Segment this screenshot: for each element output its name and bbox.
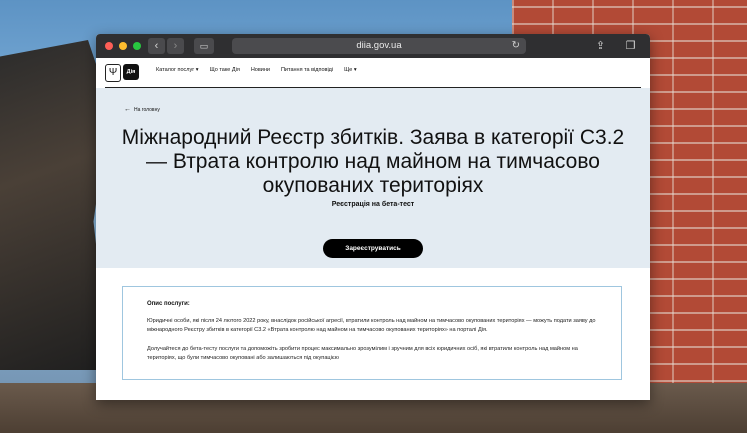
share-icon[interactable]: ⇪ — [592, 38, 609, 54]
page-title: Міжнародний Реєстр збитків. Заява в кате… — [121, 126, 625, 197]
address-bar[interactable]: diia.gov.ua ↻ — [232, 38, 526, 54]
service-description-box: Опис послуги: Юридичні особи, які після … — [122, 286, 622, 380]
reload-icon[interactable]: ↻ — [512, 38, 520, 54]
tryzub-logo[interactable]: Ψ — [105, 64, 121, 82]
tabs-overview-icon[interactable]: ❐ — [622, 38, 639, 54]
description-paragraph: Юридичні особи, які після 24 лютого 2022… — [147, 318, 596, 333]
url-text: diia.gov.ua — [356, 40, 402, 51]
browser-toolbar: ‹ › ▭ diia.gov.ua ↻ ⇪ ❐ — [96, 34, 650, 58]
minimize-window-button[interactable] — [119, 42, 127, 50]
back-link-label: На головну — [134, 107, 160, 113]
browser-window: ‹ › ▭ diia.gov.ua ↻ ⇪ ❐ Ψ Дія Каталог по… — [96, 34, 650, 400]
close-window-button[interactable] — [105, 42, 113, 50]
register-button[interactable]: Зареєструватись — [323, 239, 423, 258]
description-heading: Опис послуги: — [147, 301, 190, 307]
nav-item-catalog[interactable]: Каталог послуг ▾ — [156, 67, 199, 73]
maximize-window-button[interactable] — [133, 42, 141, 50]
background-burned-building — [0, 40, 110, 370]
back-icon[interactable]: ‹ — [148, 38, 165, 54]
description-paragraph: Долучайтеся до бета-тесту послуги та доп… — [147, 346, 578, 361]
page-subtitle: Реєстрація на бета-тест — [331, 201, 415, 208]
nav-item-faq[interactable]: Питання та відповіді — [281, 67, 333, 73]
site-header: Ψ Дія Каталог послуг ▾ Що таке Дія Новин… — [96, 58, 650, 88]
back-to-home-link[interactable]: ← На головну — [124, 106, 160, 113]
nav-item-news[interactable]: Новини — [251, 67, 270, 73]
forward-icon[interactable]: › — [167, 38, 184, 54]
nav-item-what-is-diia[interactable]: Що таке Дія — [210, 67, 240, 73]
hero-section: ← На головну Міжнародний Реєстр збитків. … — [96, 88, 650, 268]
main-nav: Каталог послуг ▾ Що таке Дія Новини Пита… — [156, 67, 357, 73]
nav-item-more[interactable]: Ще ▾ — [344, 67, 357, 73]
main-content: Опис послуги: Юридичні особи, які після … — [96, 268, 650, 400]
sidebar-icon[interactable]: ▭ — [194, 38, 214, 54]
diia-logo[interactable]: Дія — [123, 64, 139, 80]
arrow-left-icon: ← — [124, 106, 131, 113]
